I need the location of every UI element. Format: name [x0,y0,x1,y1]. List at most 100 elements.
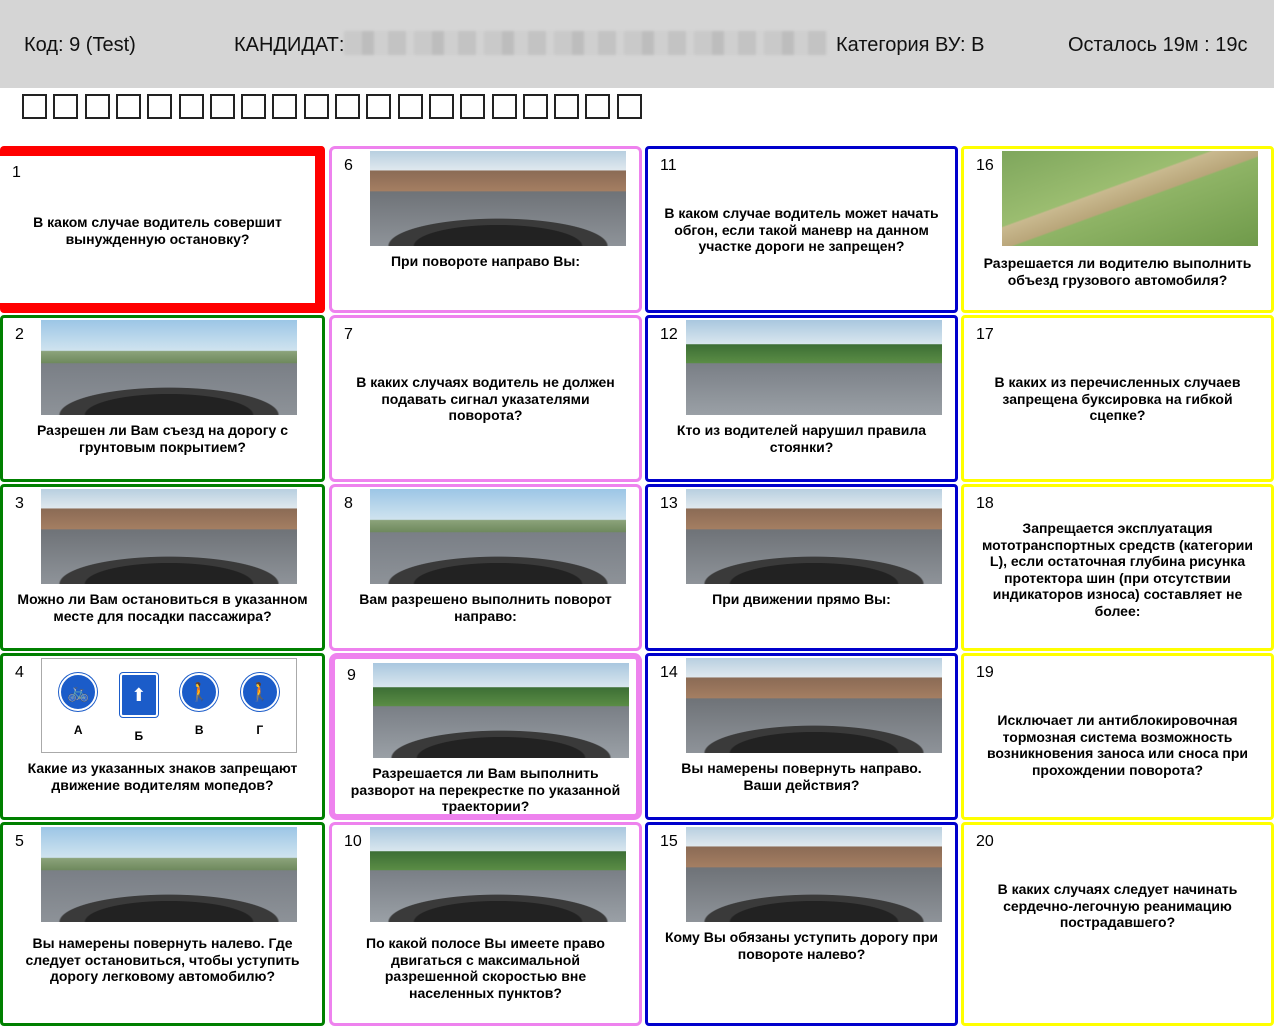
question-card-7[interactable]: 7 В каких случаях водитель не должен пода… [329,315,642,482]
road-right-turn-sign-scene [370,489,626,584]
progress-box-6[interactable] [178,94,204,119]
car-dashboard [41,382,297,415]
progress-box-7[interactable] [209,94,235,119]
progress-box-19[interactable] [585,94,611,119]
progress-box-3[interactable] [84,94,110,119]
exam-code: Код: 9 (Test) [24,34,136,56]
question-number: 5 [15,833,24,850]
license-category: Категория ВУ: B [836,34,985,56]
question-card-11[interactable]: 11 В каком случае водитель может начать о… [645,146,958,313]
question-card-3[interactable]: 3 Можно ли Вам остановиться в указанном м… [0,484,325,651]
question-number: 12 [660,326,678,343]
question-number: 17 [976,326,994,343]
progress-box-2[interactable] [53,94,79,119]
candidate-label: КАНДИДАТ: [234,34,345,56]
progress-box-15[interactable] [460,94,486,119]
timer: Осталось 19м : 19с [1068,34,1248,56]
question-card-14[interactable]: 14 Вы намерены повернуть направо. Ваши де… [645,653,958,820]
progress-box-16[interactable] [491,94,517,119]
car-dashboard [370,213,626,246]
question-text: В каких случаях следует начинать сердечн… [997,881,1238,930]
question-number: 14 [660,664,678,681]
progress-box-5[interactable] [147,94,173,119]
question-card-16[interactable]: 16 Разрешается ли водителю выполнить объе… [961,146,1274,313]
progress-box-1[interactable] [22,94,47,119]
question-text: В каких из перечисленных случаев запреще… [994,374,1241,423]
question-text: Вы намерены повернуть направо. Ваши дейс… [681,760,922,793]
question-card-6[interactable]: 6 При повороте направо Вы: [329,146,642,313]
question-card-17[interactable]: 17 В каких из перечисленных случаев запре… [961,315,1274,482]
question-card-13[interactable]: 13 При движении прямо Вы: [645,484,958,651]
question-text: Разрешен ли Вам съезд на дорогу с грунто… [36,422,289,455]
progress-box-4[interactable] [115,94,141,119]
question-card-4[interactable]: 4 🚲 А ⬆ Б 🚶 В 🚶 Г Какие из указанных знаков запре… [0,653,325,820]
progress-box-9[interactable] [272,94,298,119]
question-number: 19 [976,664,994,681]
question-card-9[interactable]: 9 Разрешается ли Вам выполнить разворот н… [329,653,642,820]
question-card-10[interactable]: 10 По какой полосе Вы имеете право двигат… [329,822,642,1026]
question-card-15[interactable]: 15 Кому Вы обязаны уступить дорогу при по… [645,822,958,1026]
car-dashboard [686,720,942,753]
road-sign-label: В [194,723,204,737]
question-number: 3 [15,495,24,512]
question-card-19[interactable]: 19 Исключает ли антиблокировочная тормозн… [961,653,1274,820]
question-text: Вам разрешено выполнить поворот направо: [359,591,612,624]
progress-box-14[interactable] [428,94,454,119]
question-number: 8 [344,495,353,512]
progress-box-11[interactable] [335,94,360,119]
pedestrian-bicycle-icon: 🚶 [180,673,219,711]
progress-box-20[interactable] [616,94,642,119]
question-text: Кому Вы обязаны уступить дорогу при пово… [664,929,939,962]
question-image [686,827,942,922]
candidate-name-blurred [344,31,828,55]
question-number: 20 [976,833,994,850]
question-card-18[interactable]: 18 Запрещается эксплуатация мототранспорт… [961,484,1274,651]
question-number: 11 [660,157,677,174]
city-street-right-turn-scene [686,658,942,753]
intersection-tram-priority-scene [686,827,942,922]
progress-box-17[interactable] [522,94,548,119]
question-text: В каком случае водитель может начать обг… [664,205,939,254]
question-text: Можно ли Вам остановиться в указанном ме… [17,591,308,624]
progress-box-18[interactable] [554,94,580,119]
progress-box-13[interactable] [397,94,423,119]
road-sign-1: 🚲 А [59,673,98,737]
progress-box-8[interactable] [241,94,267,119]
question-card-20[interactable]: 20 В каких случаях следует начинать серде… [961,822,1274,1026]
question-image [686,489,942,584]
question-number: 15 [660,833,678,850]
question-text: В каких случаях водитель не должен подав… [356,374,615,423]
question-number: 2 [15,326,24,343]
road-u-turn-scene [373,663,629,758]
bus-lane-icon: ⬆ [119,673,158,717]
road-sign-label: Б [134,729,144,743]
question-card-12[interactable]: 12 Кто из водителей нарушил правила стоян… [645,315,958,482]
question-number: 6 [344,157,353,174]
intersection-police-car-scene [370,151,626,246]
question-number: 9 [347,667,356,684]
progress-box-10[interactable] [303,94,329,119]
question-image: 🚲 А ⬆ Б 🚶 В 🚶 Г [41,658,297,753]
progress-box-12[interactable] [366,94,392,119]
question-number: 4 [15,664,24,681]
question-card-8[interactable]: 8 Вам разрешено выполнить поворот направо… [329,484,642,651]
question-card-1[interactable]: 1 В каком случае водитель совершит вынужд… [0,146,325,313]
question-image [370,151,626,246]
road-sign-3: 🚶 В [180,673,219,737]
question-text: Кто из водителей нарушил правила стоянки… [676,422,927,455]
bicycle-icon: 🚲 [59,673,98,711]
question-card-5[interactable]: 5 Вы намерены повернуть налево. Где следу… [0,822,325,1026]
pedestrian-bicycle-split-icon: 🚶 [240,673,279,711]
question-image [1002,151,1258,246]
car-dashboard [41,889,297,922]
question-image [686,320,942,415]
question-text: По какой полосе Вы имеете право двигатьс… [366,935,605,1001]
road-warning-sign-scene [41,320,297,415]
road-sign-4: 🚶 Г [240,673,279,737]
question-text: Какие из указанных знаков запрещают движ… [27,760,298,793]
question-image [373,663,629,758]
question-card-2[interactable]: 2 Разрешен ли Вам съезд на дорогу с грунт… [0,315,325,482]
car-dashboard [373,725,629,758]
road-sign-label: А [73,723,83,737]
question-text: При повороте направо Вы: [390,253,580,269]
